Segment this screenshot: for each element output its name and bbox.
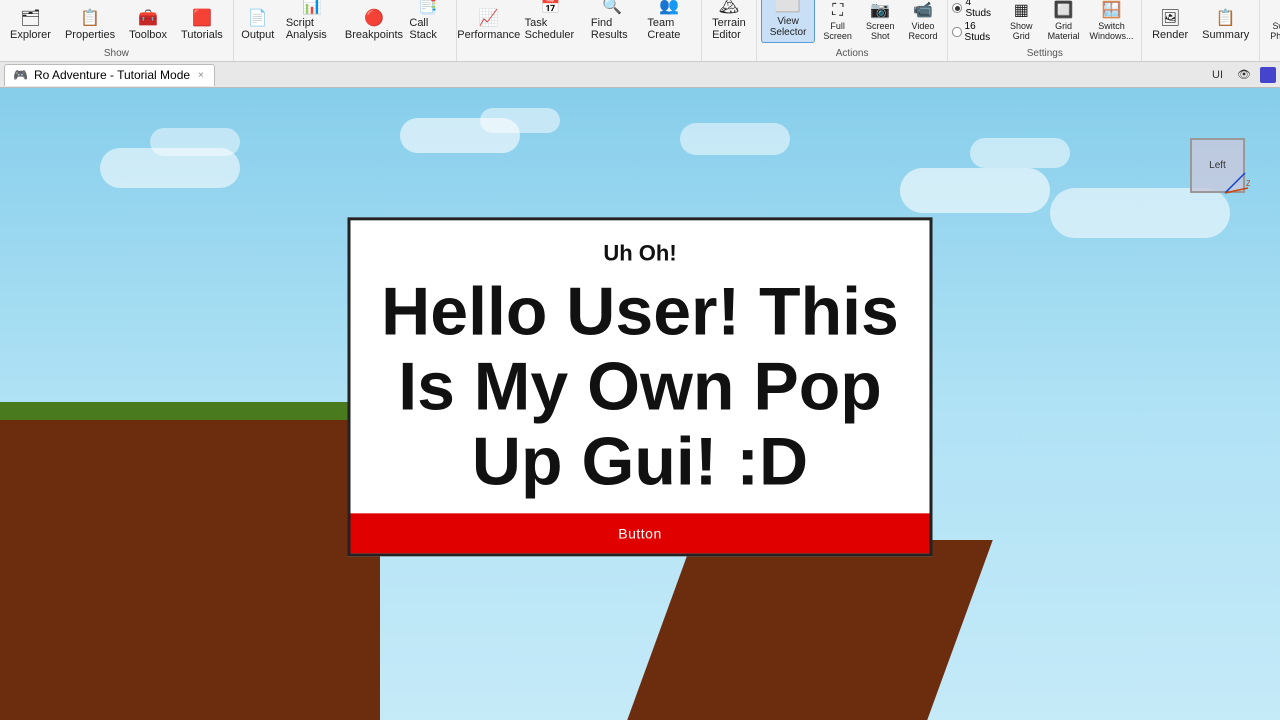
studs-group: 4 Studs 16 Studs <box>952 0 999 43</box>
compass-axes: Z <box>1220 168 1250 198</box>
screen-shot-button[interactable]: 📷 ScreenShot <box>860 0 901 43</box>
tabbar: 🎮 Ro Adventure - Tutorial Mode × UI 👁 <box>0 62 1280 88</box>
view-selector-icon: ⬜ <box>774 0 801 14</box>
video-record-button[interactable]: 📹 VideoRecord <box>902 0 943 43</box>
performance-button[interactable]: 📈 Performance <box>461 6 517 43</box>
full-screen-icon: ⛶ <box>832 2 843 20</box>
toolbar-section-actions: ⬜ ViewSelector ⛶ FullScreen 📷 ScreenShot… <box>757 0 949 61</box>
team-create-button[interactable]: 👥 Team Create <box>641 0 697 43</box>
summary-button[interactable]: 📋 Summary <box>1196 6 1255 43</box>
explorer-icon: 🗂 <box>20 8 40 28</box>
tab-game-icon: 🎮 <box>13 68 28 82</box>
grid-material-button[interactable]: 🔲 GridMaterial <box>1043 0 1084 43</box>
popup-dialog: Uh Oh! Hello User! This Is My Own Pop Up… <box>348 217 933 556</box>
switch-windows-icon: 🪟 <box>1102 0 1122 20</box>
call-stack-button[interactable]: 📑 Call Stack <box>403 0 452 43</box>
show-grid-button[interactable]: ▦ ShowGrid <box>1001 0 1041 43</box>
breakpoints-button[interactable]: 🔴 Breakpoints <box>347 6 402 43</box>
terrain-editor-icon: 🏔 <box>719 0 739 16</box>
output-button[interactable]: 📄 Output <box>238 6 278 43</box>
toolbar-section-render: 🖼 Render 📋 Summary <box>1142 0 1260 61</box>
eye-toggle-button[interactable]: 👁 <box>1232 66 1256 83</box>
script-analysis-button[interactable]: 📊 Script Analysis <box>280 0 345 43</box>
cloud-2 <box>480 108 560 133</box>
view-selector-button[interactable]: ⬜ ViewSelector <box>761 0 816 43</box>
full-screen-button[interactable]: ⛶ FullScreen <box>817 0 858 43</box>
properties-button[interactable]: 📋 Properties <box>59 6 121 43</box>
tab-label: Ro Adventure - Tutorial Mode <box>34 68 190 82</box>
script-analysis-icon: 📊 <box>302 0 322 16</box>
render-icon: 🖼 <box>1160 8 1180 28</box>
terrain-left-grass <box>0 402 380 420</box>
toolbar: 🗂 Explorer 📋 Properties 🧰 Toolbox 🟥 Tuto… <box>0 0 1280 62</box>
switch-windows-button[interactable]: 🪟 SwitchWindows... <box>1086 0 1137 43</box>
terrain-left <box>0 420 380 720</box>
cloud-5 <box>900 168 1050 213</box>
cloud-8 <box>680 123 790 155</box>
output-icon: 📄 <box>248 8 268 28</box>
viewport-color-button[interactable] <box>1260 67 1276 83</box>
cloud-6 <box>970 138 1070 168</box>
cloud-4 <box>150 128 240 156</box>
show-grid-icon: ▦ <box>1014 0 1029 20</box>
popup-title: Hello User! This Is My Own Pop Up Gui! :… <box>381 274 900 498</box>
popup-subtitle: Uh Oh! <box>381 240 900 266</box>
find-results-icon: 🔍 <box>602 0 622 16</box>
task-scheduler-button[interactable]: 📅 Task Scheduler <box>519 0 583 43</box>
popup-button[interactable]: Button <box>351 514 930 554</box>
call-stack-icon: 📑 <box>418 0 438 16</box>
tab-close-button[interactable]: × <box>196 70 206 81</box>
properties-icon: 📋 <box>80 8 100 28</box>
16-studs-option[interactable]: 16 Studs <box>952 21 999 43</box>
tutorials-icon: 🟥 <box>192 8 212 28</box>
explorer-button[interactable]: 🗂 Explorer <box>4 6 57 43</box>
performance-icon: 📈 <box>479 8 499 28</box>
toolbar-section-terrain: 🏔 Terrain Editor <box>702 0 757 61</box>
summary-icon: 📋 <box>1216 8 1236 28</box>
team-create-icon: 👥 <box>659 0 679 16</box>
4-studs-radio[interactable] <box>952 3 962 13</box>
render-button[interactable]: 🖼 Render <box>1146 6 1194 43</box>
main-tab[interactable]: 🎮 Ro Adventure - Tutorial Mode × <box>4 64 215 86</box>
tutorials-button[interactable]: 🟥 Tutorials <box>175 6 229 43</box>
4-studs-option[interactable]: 4 Studs <box>952 0 999 19</box>
toolbar-section-stats: ⚙ SwitchPhysics ⊖ Stats <box>1260 0 1280 61</box>
main-viewport: Left Z Uh Oh! Hello User! This Is My Own… <box>0 88 1280 720</box>
ui-toggle-button[interactable]: UI <box>1207 67 1228 83</box>
toolbar-section-tools: 📈 Performance 📅 Task Scheduler 🔍 Find Re… <box>457 0 702 61</box>
toolbox-icon: 🧰 <box>138 8 158 28</box>
grid-material-icon: 🔲 <box>1054 0 1074 20</box>
task-scheduler-icon: 📅 <box>541 0 561 16</box>
toolbar-section-settings: 4 Studs 16 Studs ▦ ShowGrid 🔲 GridMateri… <box>948 0 1142 61</box>
terrain-editor-button[interactable]: 🏔 Terrain Editor <box>706 0 752 43</box>
toolbox-button[interactable]: 🧰 Toolbox <box>123 6 173 43</box>
video-record-icon: 📹 <box>913 0 933 20</box>
svg-text:Z: Z <box>1246 179 1250 188</box>
screen-shot-icon: 📷 <box>870 0 890 20</box>
compass-widget: Left Z <box>1190 138 1250 198</box>
find-results-button[interactable]: 🔍 Find Results <box>585 0 639 43</box>
toolbar-section-show: 🗂 Explorer 📋 Properties 🧰 Toolbox 🟥 Tuto… <box>0 0 234 61</box>
16-studs-radio[interactable] <box>952 27 961 37</box>
popup-content: Uh Oh! Hello User! This Is My Own Pop Up… <box>351 220 930 513</box>
switch-physics-button[interactable]: ⚙ SwitchPhysics <box>1264 0 1280 43</box>
breakpoints-icon: 🔴 <box>364 8 384 28</box>
toolbar-section-debug: 📄 Output 📊 Script Analysis 🔴 Breakpoints… <box>234 0 457 61</box>
